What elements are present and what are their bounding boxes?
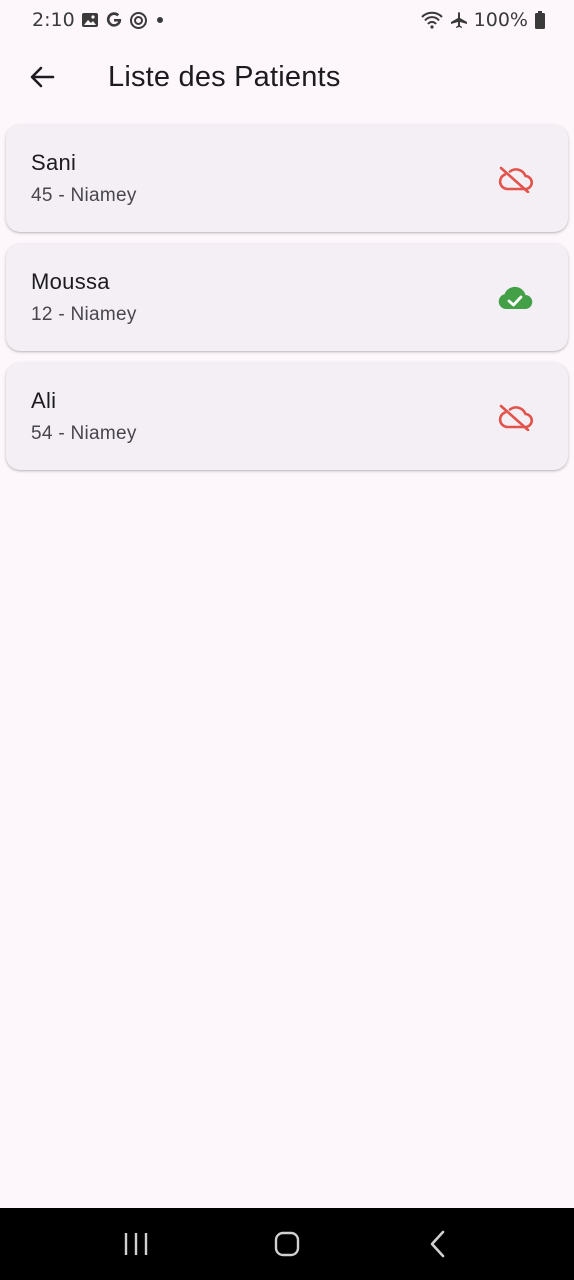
patient-card[interactable]: Moussa 12 - Niamey [6, 244, 568, 351]
recent-apps-button[interactable] [96, 1214, 176, 1274]
patient-card[interactable]: Ali 54 - Niamey [6, 363, 568, 470]
home-icon [274, 1231, 300, 1257]
patient-name: Ali [31, 388, 57, 413]
patient-info: 54 - Niamey [31, 423, 137, 444]
wifi-icon [420, 11, 444, 29]
patient-text: Sani 45 - Niamey [31, 150, 137, 207]
app-bar: Liste des Patients [0, 40, 574, 114]
back-button[interactable] [14, 49, 70, 105]
cloud-off-icon [496, 165, 534, 193]
status-time: 2:10 [32, 9, 75, 31]
image-icon [81, 11, 99, 29]
arrow-left-icon [30, 66, 55, 88]
page-title: Liste des Patients [108, 60, 341, 93]
battery-icon [534, 11, 546, 29]
patient-text: Ali 54 - Niamey [31, 388, 137, 445]
recent-apps-icon [124, 1233, 147, 1255]
patient-text: Moussa 12 - Niamey [31, 269, 137, 326]
nav-back-button[interactable] [398, 1214, 478, 1274]
battery-percent: 100% [473, 9, 528, 31]
home-button[interactable] [247, 1214, 327, 1274]
patient-name: Moussa [31, 269, 110, 294]
target-icon [129, 11, 148, 30]
patient-info: 45 - Niamey [31, 185, 137, 206]
system-nav-bar [0, 1208, 574, 1280]
patient-card[interactable]: Sani 45 - Niamey [6, 125, 568, 232]
patient-info: 12 - Niamey [31, 304, 137, 325]
airplane-icon [450, 11, 468, 29]
status-bar: 2:10 100% [0, 0, 574, 40]
patient-list: Sani 45 - Niamey Moussa 12 - Niamey Ali … [6, 125, 568, 470]
status-left: 2:10 [32, 9, 166, 31]
cloud-done-icon [496, 284, 534, 312]
dot-icon [154, 14, 166, 26]
patient-name: Sani [31, 150, 77, 175]
status-right: 100% [420, 9, 546, 31]
cloud-off-icon [496, 403, 534, 431]
back-icon [431, 1230, 445, 1258]
google-icon [105, 11, 123, 29]
